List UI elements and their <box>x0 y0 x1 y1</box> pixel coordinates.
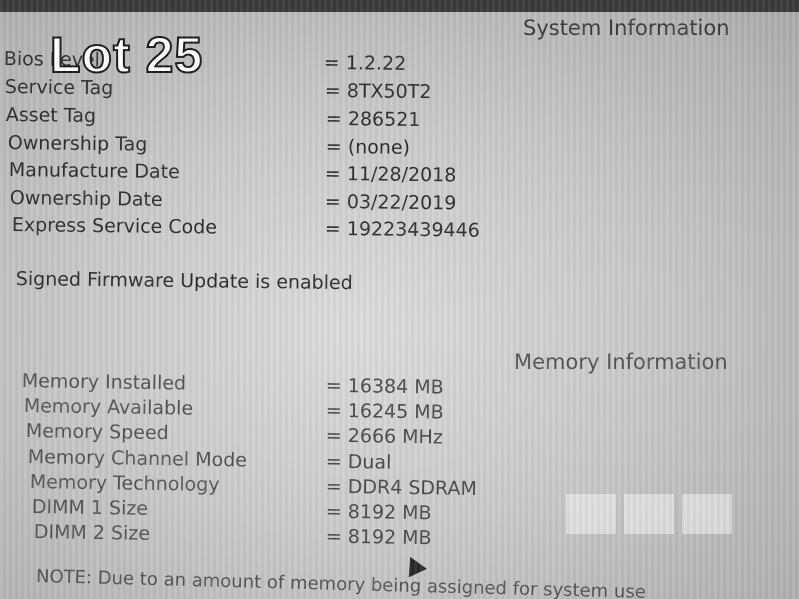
memory-technology-label: Memory Technology <box>29 471 220 496</box>
dimm-2-size-label: DIMM 2 Size <box>33 521 151 545</box>
express-service-code-label: Express Service Code <box>11 214 218 239</box>
ownership-date-value: = 03/22/2019 <box>324 190 457 215</box>
memory-note-text: NOTE: Due to an amount of memory being a… <box>35 566 647 599</box>
watermark-block <box>624 494 674 534</box>
watermark-block <box>566 494 616 534</box>
service-tag-value: = 8TX50T2 <box>324 79 432 104</box>
ownership-date-label: Ownership Date <box>9 187 163 211</box>
memory-available-label: Memory Available <box>23 395 194 420</box>
lot-number-overlay: Lot 25 <box>49 26 204 84</box>
express-service-code-value: = 19223439446 <box>324 217 480 242</box>
bios-level-value: = 1.2.22 <box>323 51 407 75</box>
watermark-block <box>682 494 732 534</box>
memory-channel-mode-label: Memory Channel Mode <box>27 446 248 472</box>
memory-speed-value: = 2666 MHz <box>325 424 443 449</box>
memory-channel-mode-value: = Dual <box>325 450 392 474</box>
system-information-title: System Information <box>523 16 730 40</box>
dimm-2-size-value: = 8192 MB <box>325 525 432 550</box>
screen-bezel-edge <box>0 0 799 12</box>
mouse-cursor-icon <box>401 552 427 578</box>
bios-screen: System Information Bios Level = 1.2.22 S… <box>0 0 799 599</box>
asset-tag-value: = 286521 <box>325 107 421 132</box>
ownership-tag-label: Ownership Tag <box>7 132 148 156</box>
asset-tag-label: Asset Tag <box>5 104 97 128</box>
memory-installed-value: = 16384 MB <box>325 374 444 399</box>
dimm-1-size-value: = 8192 MB <box>325 500 432 525</box>
memory-installed-label: Memory Installed <box>21 370 187 395</box>
dimm-1-size-label: DIMM 1 Size <box>31 496 149 520</box>
memory-technology-value: = DDR4 SDRAM <box>325 475 478 501</box>
memory-information-title: Memory Information <box>514 350 728 374</box>
memory-speed-label: Memory Speed <box>25 420 169 445</box>
manufacture-date-value: = 11/28/2018 <box>324 162 457 187</box>
manufacture-date-label: Manufacture Date <box>8 159 180 184</box>
memory-available-value: = 16245 MB <box>325 399 444 424</box>
ownership-tag-value: = (none) <box>325 135 411 159</box>
watermark-logo <box>566 494 752 534</box>
